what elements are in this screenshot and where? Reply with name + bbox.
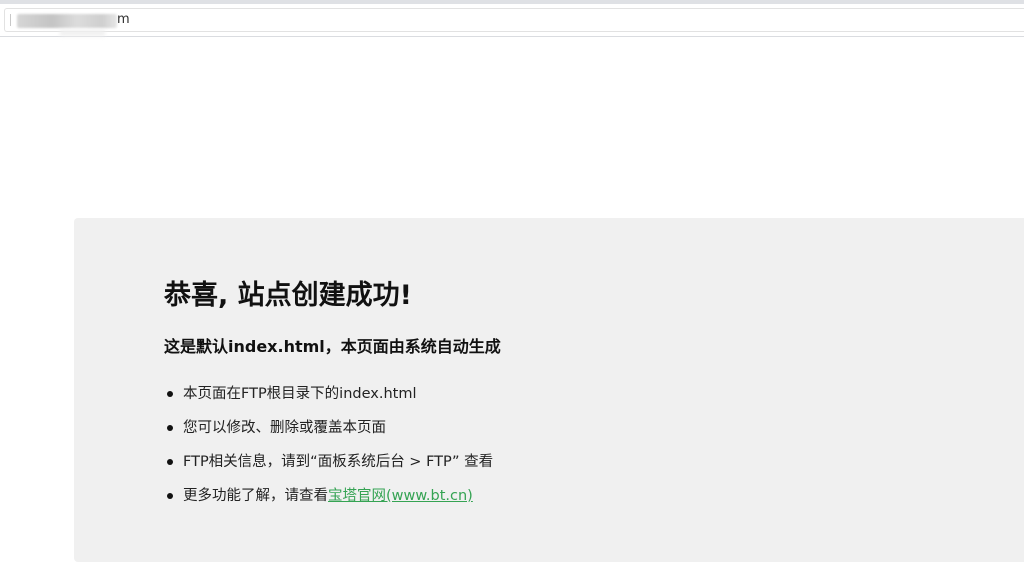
url-input[interactable]: m bbox=[4, 8, 1024, 32]
bullet-dot-icon bbox=[167, 493, 173, 499]
url-text: m bbox=[117, 12, 130, 27]
page-title: 恭喜, 站点创建成功! bbox=[164, 280, 412, 311]
list-item: FTP相关信息，请到“面板系统后台 > FTP” 查看 bbox=[164, 450, 493, 484]
list-item: 更多功能了解，请查看宝塔官网(www.bt.cn) bbox=[164, 484, 493, 518]
list-item: 您可以修改、删除或覆盖本页面 bbox=[164, 416, 493, 450]
blurred-artifact bbox=[60, 30, 105, 36]
list-item: 本页面在FTP根目录下的index.html bbox=[164, 382, 493, 416]
redacted-url-blur bbox=[17, 14, 117, 28]
info-list: 本页面在FTP根目录下的index.html 您可以修改、删除或覆盖本页面 FT… bbox=[164, 382, 493, 518]
list-item-text: 您可以修改、删除或覆盖本页面 bbox=[183, 420, 386, 436]
bullet-dot-icon bbox=[167, 459, 173, 465]
page-subtitle: 这是默认index.html，本页面由系统自动生成 bbox=[164, 337, 501, 356]
text-cursor bbox=[10, 14, 11, 26]
list-item-text: 本页面在FTP根目录下的index.html bbox=[183, 386, 417, 402]
browser-address-bar: m bbox=[0, 0, 1024, 37]
bt-official-site-link[interactable]: 宝塔官网(www.bt.cn) bbox=[328, 488, 473, 504]
welcome-panel: 恭喜, 站点创建成功! 这是默认index.html，本页面由系统自动生成 本页… bbox=[74, 218, 1024, 562]
bullet-dot-icon bbox=[167, 425, 173, 431]
bullet-dot-icon bbox=[167, 391, 173, 397]
list-item-text: FTP相关信息，请到“面板系统后台 > FTP” 查看 bbox=[183, 454, 494, 470]
list-item-text: 更多功能了解，请查看 bbox=[183, 488, 328, 504]
